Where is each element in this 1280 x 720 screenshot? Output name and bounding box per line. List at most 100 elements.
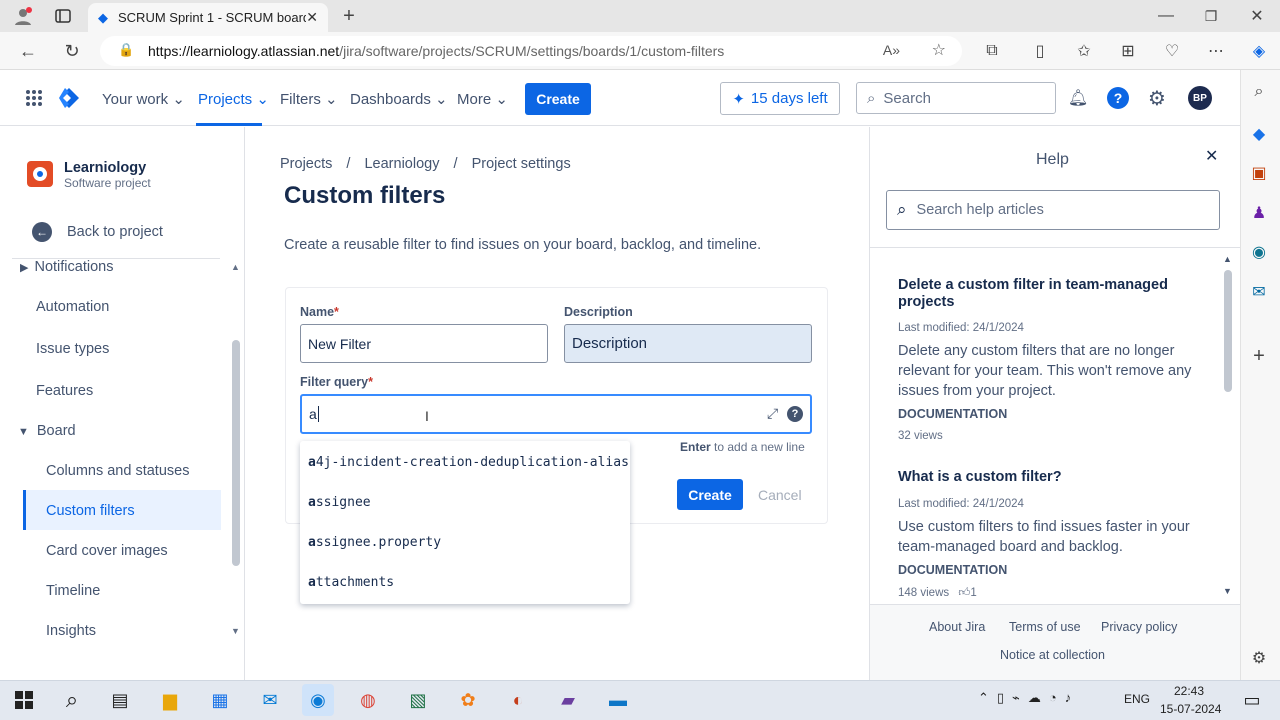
system-tray-icons[interactable]: ⌃▯⌁☁◔♪	[978, 690, 1079, 706]
lock-icon[interactable]: 🔒	[118, 42, 134, 58]
outlook-icon[interactable]: ✉	[1249, 282, 1269, 302]
breadcrumb-learniology[interactable]: Learniology	[364, 156, 439, 172]
footer-privacy-link[interactable]: Privacy policy	[1101, 620, 1177, 634]
back-to-project-link[interactable]: Back to project	[67, 224, 163, 240]
footer-about-link[interactable]: About Jira	[929, 620, 985, 634]
scroll-down-icon[interactable]: ▼	[231, 626, 240, 636]
clock-date[interactable]: 15-07-2024	[1160, 702, 1221, 716]
name-field[interactable]: New Filter	[300, 324, 548, 363]
edge-taskbar-icon[interactable]: ◉	[302, 684, 334, 716]
query-help-icon[interactable]: ?	[787, 406, 803, 422]
notification-center-icon[interactable]: ▭	[1236, 684, 1268, 716]
browser-essentials-icon[interactable]: ♡	[1162, 40, 1182, 62]
help-close-icon[interactable]: ✕	[1205, 146, 1218, 166]
mail-icon[interactable]: ✉	[254, 684, 286, 716]
app-switcher-icon[interactable]	[25, 89, 43, 112]
sidebar-item-timeline[interactable]: Timeline	[46, 583, 100, 599]
autocomplete-option[interactable]: assignee	[308, 495, 371, 510]
copilot-icon[interactable]: ◈	[1248, 40, 1270, 62]
footer-notice-link[interactable]: Notice at collection	[1000, 648, 1105, 662]
restore-icon[interactable]: ❐	[1200, 4, 1222, 28]
sidebar-item-insights[interactable]: Insights	[46, 623, 96, 639]
task-view-icon[interactable]: ▤	[104, 684, 136, 716]
excel-like-icon[interactable]: ▧	[402, 684, 434, 716]
url-bar[interactable]: 🔒 https://learniology.atlassian.net/jira…	[100, 36, 962, 66]
nav-filters[interactable]: Filters ⌄	[280, 90, 338, 108]
help-article-title[interactable]: Delete a custom filter in team-managed p…	[898, 277, 1198, 311]
file-explorer-icon[interactable]: ▆	[154, 684, 186, 716]
autocomplete-option[interactable]: assignee.property	[308, 535, 441, 550]
nav-projects[interactable]: Projects ⌄	[198, 90, 269, 108]
tab-actions-icon[interactable]	[50, 4, 76, 28]
search-input[interactable]: ⌕ Search	[856, 82, 1056, 114]
nav-more[interactable]: More ⌄	[457, 90, 508, 108]
games-icon[interactable]: ♟	[1249, 203, 1269, 223]
favorite-star-icon[interactable]: ☆	[932, 40, 946, 60]
breadcrumb-projects[interactable]: Projects	[280, 156, 332, 172]
form-create-button[interactable]: Create	[677, 479, 743, 510]
notifications-bell-icon[interactable]: 🔔︎	[1068, 88, 1088, 108]
tools-icon[interactable]: ▣	[1249, 163, 1269, 183]
media-app-icon[interactable]: ▰	[552, 684, 584, 716]
shopping-icon[interactable]: ◆	[1249, 124, 1269, 144]
help-scroll-up-icon[interactable]: ▲	[1223, 254, 1232, 264]
xampp-icon[interactable]: ✿	[452, 684, 484, 716]
footer-terms-link[interactable]: Terms of use	[1009, 620, 1081, 634]
expand-icon[interactable]: ⤢	[767, 405, 778, 422]
help-scroll-down-icon[interactable]: ▼	[1223, 586, 1232, 596]
sidebar-scrollbar[interactable]	[232, 340, 240, 566]
window-app-icon[interactable]: ▬	[602, 684, 634, 716]
sidebar-item-custom-filters[interactable]: Custom filters	[46, 503, 135, 519]
filter-query-input[interactable]: a	[300, 394, 812, 434]
search-sidebar-icon[interactable]: ⌕	[1249, 82, 1269, 102]
help-article-title[interactable]: What is a custom filter?	[898, 469, 1062, 485]
sidebar-item-automation[interactable]: Automation	[36, 299, 109, 315]
minimize-icon[interactable]: —	[1155, 4, 1177, 28]
form-cancel-button[interactable]: Cancel	[758, 487, 802, 503]
windows-start-icon[interactable]	[8, 684, 40, 716]
sidebar-settings-icon[interactable]: ⚙	[1249, 648, 1269, 668]
browser-tab[interactable]: ◆ SCRUM Sprint 1 - SCRUM board ✕	[88, 3, 328, 32]
new-tab-icon[interactable]: +	[338, 4, 360, 28]
powerpoint-icon[interactable]: ◐	[502, 684, 534, 716]
sidebar-item-features[interactable]: Features	[36, 383, 93, 399]
split-screen-icon[interactable]: ▯	[1030, 40, 1050, 62]
settings-more-icon[interactable]: ⋯	[1206, 40, 1226, 62]
nav-dashboards[interactable]: Dashboards ⌄	[350, 90, 448, 108]
tab-close-icon[interactable]: ✕	[306, 9, 318, 26]
help-search-input[interactable]: ⌕ Search help articles	[886, 190, 1220, 230]
read-aloud-icon[interactable]: A»	[883, 42, 900, 58]
profile-icon[interactable]	[10, 4, 36, 28]
autocomplete-option[interactable]: a4j-incident-creation-deduplication-alia…	[308, 455, 629, 470]
favorites-icon[interactable]: ✩	[1074, 40, 1094, 62]
sidebar-item-notifications[interactable]: ▶ Notifications	[20, 259, 113, 275]
collections-icon[interactable]: ⊞	[1118, 40, 1138, 62]
scroll-up-icon[interactable]: ▲	[231, 262, 240, 272]
sidebar-item-columns[interactable]: Columns and statuses	[46, 463, 189, 479]
language-indicator[interactable]: ENG	[1124, 692, 1150, 706]
create-button[interactable]: Create	[525, 83, 591, 115]
back-icon[interactable]: ←	[16, 40, 40, 62]
reload-icon[interactable]: ↻	[60, 40, 84, 62]
chrome-icon[interactable]: ◍	[352, 684, 384, 716]
store-icon[interactable]: ▦	[204, 684, 236, 716]
avatar[interactable]: BP	[1188, 86, 1212, 110]
description-field[interactable]: Description	[564, 324, 812, 363]
autocomplete-option[interactable]: attachments	[308, 575, 394, 590]
window-close-icon[interactable]: ✕	[1246, 4, 1268, 28]
add-sidebar-app-icon[interactable]: +	[1249, 345, 1269, 367]
project-name[interactable]: Learniology	[64, 160, 146, 176]
help-scrollbar[interactable]	[1224, 270, 1232, 392]
taskbar-search-icon[interactable]: ⌕	[56, 684, 88, 716]
sidebar-item-card-cover[interactable]: Card cover images	[46, 543, 168, 559]
office-icon[interactable]: ◉	[1249, 242, 1269, 262]
breadcrumb-project-settings[interactable]: Project settings	[472, 156, 571, 172]
sidebar-item-issue-types[interactable]: Issue types	[36, 341, 109, 357]
clock-time[interactable]: 22:43	[1174, 684, 1204, 698]
nav-your-work[interactable]: Your work ⌄	[102, 90, 185, 108]
settings-gear-icon[interactable]: ⚙	[1146, 87, 1168, 110]
help-icon[interactable]: ?	[1107, 87, 1129, 109]
jira-logo-icon[interactable]	[58, 87, 80, 114]
trial-button[interactable]: ✦ 15 days left	[720, 82, 840, 115]
extensions-icon[interactable]: ⧉	[982, 40, 1002, 62]
